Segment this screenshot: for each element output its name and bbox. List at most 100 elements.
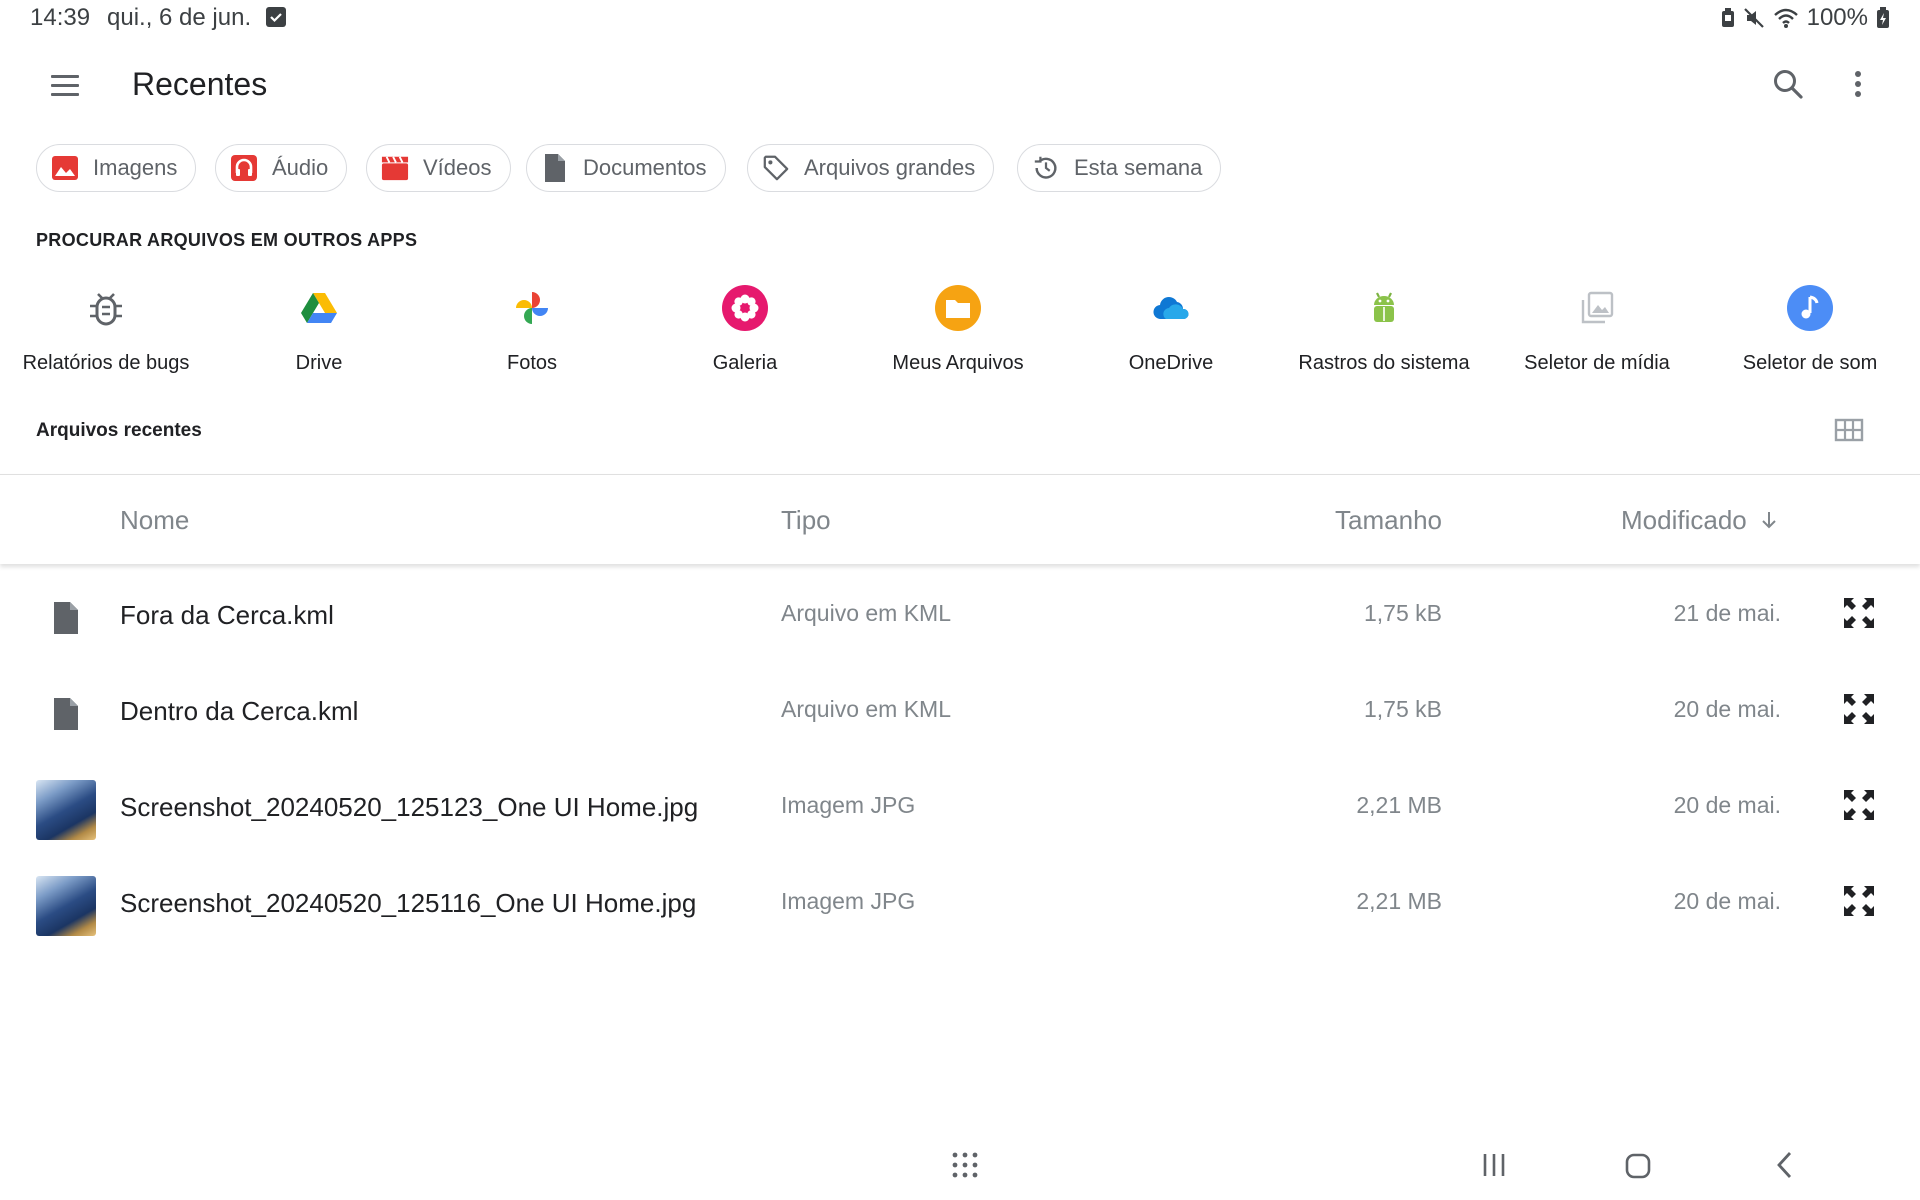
file-modified: 20 de mai. — [1673, 792, 1781, 818]
back-icon[interactable] — [1772, 1150, 1796, 1180]
app-system-traces[interactable]: Rastros do sistema — [1278, 284, 1490, 375]
recents-icon[interactable] — [1480, 1151, 1508, 1179]
chip-this-week[interactable]: Esta semana — [1017, 144, 1222, 192]
table-row[interactable]: Dentro da Cerca.kml Arquivo em KML 1,75 … — [0, 660, 1920, 756]
android-trace-icon — [1360, 284, 1408, 332]
hamburger-menu-icon[interactable] — [48, 68, 84, 104]
app-drawer-icon[interactable] — [950, 1150, 980, 1180]
history-icon — [1032, 154, 1060, 182]
mute-icon — [1743, 8, 1764, 28]
document-icon — [541, 154, 569, 182]
chip-images[interactable]: Imagens — [36, 144, 197, 192]
file-modified: 21 de mai. — [1673, 600, 1781, 626]
app-bug-reports[interactable]: Relatórios de bugs — [0, 284, 212, 375]
file-name: Fora da Cerca.kml — [120, 600, 334, 630]
file-name: Screenshot_20240520_125123_One UI Home.j… — [120, 792, 699, 822]
column-header-modified-label: Modificado — [1621, 505, 1747, 535]
file-type: Imagem JPG — [781, 792, 916, 818]
status-bar: 14:39 qui., 6 de jun. 100% — [0, 0, 1920, 36]
chip-label: Imagens — [93, 155, 178, 180]
app-label: Fotos — [506, 352, 558, 374]
app-label: Rastros do sistema — [1298, 352, 1470, 374]
status-date: qui., 6 de jun. — [107, 4, 252, 31]
expand-icon[interactable] — [1842, 884, 1876, 918]
file-type: Arquivo em KML — [781, 696, 952, 722]
chip-label: Arquivos grandes — [804, 155, 976, 180]
gallery-icon — [721, 284, 769, 332]
file-size: 1,75 kB — [1364, 696, 1442, 722]
grid-view-icon[interactable] — [1834, 418, 1864, 442]
file-icon — [36, 684, 96, 744]
file-type: Imagem JPG — [781, 888, 916, 914]
column-header-size[interactable]: Tamanho — [1335, 505, 1442, 536]
media-picker-icon — [1573, 284, 1621, 332]
app-sound-picker[interactable]: Seletor de som — [1704, 284, 1916, 375]
chip-videos[interactable]: Vídeos — [366, 144, 511, 192]
app-my-files[interactable]: Meus Arquivos — [852, 284, 1064, 375]
app-gallery[interactable]: Galeria — [639, 284, 851, 375]
my-files-icon — [934, 284, 982, 332]
app-label: Drive — [295, 352, 343, 374]
app-label: OneDrive — [1128, 352, 1214, 374]
table-row[interactable]: Screenshot_20240520_125123_One UI Home.j… — [0, 756, 1920, 852]
expand-icon[interactable] — [1842, 788, 1876, 822]
file-size: 2,21 MB — [1356, 792, 1442, 818]
file-size: 1,75 kB — [1364, 600, 1442, 626]
column-header-name[interactable]: Nome — [120, 505, 189, 536]
google-photos-icon — [508, 284, 556, 332]
chip-documents[interactable]: Documentos — [526, 144, 726, 192]
tag-icon — [762, 154, 790, 182]
app-label: Galeria — [712, 352, 778, 374]
sound-picker-icon — [1786, 284, 1834, 332]
expand-icon[interactable] — [1842, 692, 1876, 726]
file-modified: 20 de mai. — [1673, 696, 1781, 722]
more-vertical-icon[interactable] — [1846, 66, 1870, 102]
google-drive-icon — [295, 284, 343, 332]
app-label: Seletor de som — [1742, 352, 1878, 374]
app-drive[interactable]: Drive — [213, 284, 425, 375]
battery-percent: 100% — [1806, 4, 1868, 31]
apps-section-heading: PROCURAR ARQUIVOS EM OUTROS APPS — [36, 230, 418, 250]
clapperboard-icon — [381, 154, 409, 182]
battery-saver-icon — [1721, 8, 1734, 27]
column-header-type[interactable]: Tipo — [781, 505, 831, 536]
file-name: Dentro da Cerca.kml — [120, 696, 359, 726]
app-label: Seletor de mídia — [1524, 352, 1670, 374]
headphones-icon — [230, 154, 258, 182]
onedrive-icon — [1147, 284, 1195, 332]
recent-files-heading: Arquivos recentes — [36, 420, 202, 441]
bug-icon — [82, 284, 130, 332]
app-label: Meus Arquivos — [892, 352, 1024, 374]
app-photos[interactable]: Fotos — [426, 284, 638, 375]
chip-label: Documentos — [583, 155, 707, 180]
chip-label: Esta semana — [1074, 155, 1203, 180]
table-row[interactable]: Fora da Cerca.kml Arquivo em KML 1,75 kB… — [0, 564, 1920, 660]
image-icon — [51, 154, 79, 182]
app-onedrive[interactable]: OneDrive — [1065, 284, 1277, 375]
status-right-group: 100% — [1721, 4, 1890, 32]
file-name: Screenshot_20240520_125116_One UI Home.j… — [120, 888, 697, 918]
file-icon — [36, 588, 96, 648]
expand-icon[interactable] — [1842, 596, 1876, 630]
app-media-picker[interactable]: Seletor de mídia — [1491, 284, 1703, 375]
file-size: 2,21 MB — [1356, 888, 1442, 914]
search-icon[interactable] — [1770, 66, 1806, 102]
checkbox-icon — [266, 7, 286, 27]
table-row[interactable]: Screenshot_20240520_125116_One UI Home.j… — [0, 852, 1920, 948]
wifi-icon — [1773, 8, 1798, 28]
chip-audio[interactable]: Áudio — [215, 144, 348, 192]
file-modified: 20 de mai. — [1673, 888, 1781, 914]
home-icon[interactable] — [1624, 1152, 1652, 1180]
image-thumbnail — [36, 780, 96, 840]
column-header-modified[interactable]: Modificado — [1621, 505, 1778, 536]
status-time: 14:39 — [30, 4, 91, 31]
battery-icon — [1877, 7, 1889, 28]
chip-large-files[interactable]: Arquivos grandes — [747, 144, 995, 192]
file-type: Arquivo em KML — [781, 600, 952, 626]
app-label: Relatórios de bugs — [22, 352, 190, 374]
arrow-down-icon — [1762, 512, 1776, 529]
chip-label: Vídeos — [423, 155, 492, 180]
table-header: Nome Tipo Tamanho Modificado — [0, 474, 1920, 564]
page-title: Recentes — [132, 66, 268, 102]
image-thumbnail — [36, 876, 96, 936]
